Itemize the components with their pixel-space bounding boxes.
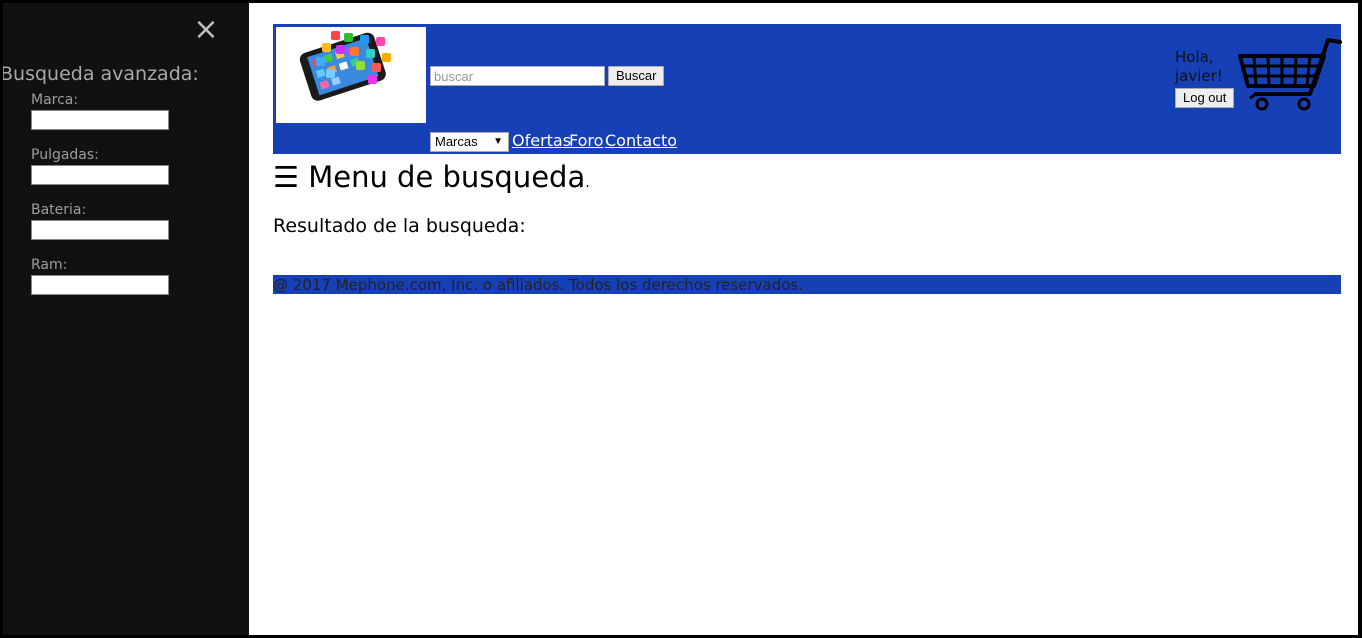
bateria-field[interactable] <box>31 220 169 240</box>
greeting-hello: Hola, <box>1175 48 1214 66</box>
browser-viewport: × Busqueda avanzada: Marca: Pulgadas: Ba… <box>3 3 1358 635</box>
nav-ofertas[interactable]: Ofertas <box>512 131 571 150</box>
nav-contacto[interactable]: Contacto <box>605 131 677 150</box>
marca-field[interactable] <box>31 110 169 130</box>
marca-label: Marca: <box>31 92 79 108</box>
greeting-username: javier! <box>1175 67 1223 85</box>
nav-foro[interactable]: Foro <box>569 131 603 150</box>
shopping-cart-icon[interactable] <box>1236 38 1342 112</box>
pulgadas-label: Pulgadas: <box>31 147 99 163</box>
close-icon[interactable]: × <box>193 15 219 45</box>
search-menu-toggle[interactable]: ☰ Menu de busqueda. <box>273 160 590 194</box>
ram-label: Ram: <box>31 257 68 273</box>
advanced-search-sidebar: × Busqueda avanzada: Marca: Pulgadas: Ba… <box>3 3 249 635</box>
bateria-label: Bateria: <box>31 202 87 218</box>
site-header: Buscar Marcas ▼ Ofertas Foro Contacto Ho… <box>273 24 1342 154</box>
results-heading: Resultado de la busqueda: <box>273 215 526 237</box>
site-footer: @ 2017 Mephone.com, Inc. o afiliados. To… <box>273 275 1341 294</box>
brands-select-value: Marcas <box>435 134 478 149</box>
search-button[interactable]: Buscar <box>608 66 665 86</box>
search-input[interactable] <box>430 66 605 86</box>
user-greeting: Hola, javier! <box>1175 48 1235 86</box>
sidebar-title: Busqueda avanzada: <box>3 63 199 85</box>
chevron-down-icon: ▼ <box>493 136 503 147</box>
pulgadas-field[interactable] <box>31 165 169 185</box>
ram-field[interactable] <box>31 275 169 295</box>
logout-button[interactable]: Log out <box>1175 88 1235 108</box>
smartphone-apps-logo[interactable] <box>276 27 426 123</box>
brands-select[interactable]: Marcas ▼ <box>430 132 509 152</box>
hamburger-icon: ☰ <box>273 160 299 194</box>
menu-title-dot: . <box>585 175 590 191</box>
copyright-text: @ 2017 Mephone.com, Inc. o afiliados. To… <box>273 276 803 294</box>
menu-title-text: Menu de busqueda <box>308 160 586 194</box>
logo-image <box>299 31 391 101</box>
